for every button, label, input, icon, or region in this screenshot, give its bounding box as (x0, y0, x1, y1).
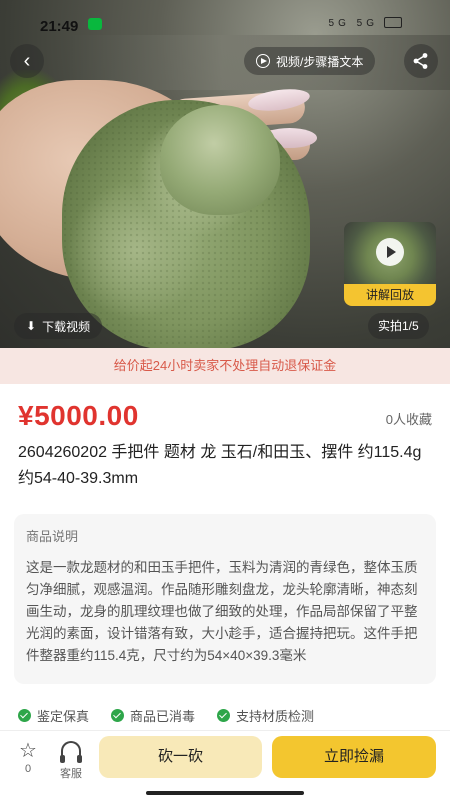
play-circle-icon (256, 54, 270, 68)
favorite-count: 0 (24, 763, 32, 775)
bottom-action-bar: ☆ 0 客服 砍一砍 立即捡漏 (0, 730, 450, 800)
battery-icon (384, 17, 402, 28)
replay-video-thumbnail[interactable]: 讲解回放 (344, 222, 436, 306)
star-icon: ☆ (19, 740, 37, 762)
bargain-button[interactable]: 砍一砍 (99, 736, 262, 778)
favorites-count: 0人收藏 (385, 412, 432, 427)
status-bar: 21:49 5G 5G (0, 0, 450, 40)
guarantee-row: 鉴定保真 商品已消毒 支持材质检测 (0, 700, 450, 730)
play-icon (376, 238, 404, 266)
download-label: 下载视频 (42, 319, 91, 334)
download-icon: ⬇ (26, 319, 37, 333)
jade-dragon-head (160, 105, 280, 215)
guarantee-label: 鉴定保真 (37, 708, 90, 724)
check-icon (111, 708, 125, 722)
buy-now-button[interactable]: 立即捡漏 (272, 736, 436, 778)
customer-service-label: 客服 (60, 768, 82, 780)
product-info: ¥5000.00 0人收藏 2604260202 手把件 题材 龙 玉石/和田玉… (0, 384, 450, 700)
wechat-icon (88, 18, 102, 30)
product-image-carousel[interactable]: 21:49 5G 5G ‹ 视频/步骤播文本 讲解回放 ⬇ 下载视频 实拍1/5 (0, 0, 450, 348)
customer-service-button[interactable]: 客服 (51, 739, 91, 781)
share-button[interactable] (404, 44, 438, 78)
replay-label: 讲解回放 (344, 284, 436, 306)
video-steps-label: 视频/步骤播文本 (276, 54, 364, 69)
guarantee-item: 鉴定保真 (18, 706, 89, 725)
favorite-button[interactable]: ☆ 0 (8, 739, 48, 775)
signal-icon: 5G 5G (328, 18, 378, 29)
headset-icon (60, 741, 82, 763)
image-page-indicator: 实拍1/5 (368, 313, 429, 339)
home-indicator (146, 791, 304, 795)
share-icon (413, 53, 428, 69)
video-steps-button[interactable]: 视频/步骤播文本 (244, 47, 376, 75)
check-icon (18, 708, 31, 722)
guarantee-item: 商品已消毒 (111, 706, 195, 725)
deposit-notice-banner: 给价起24小时卖家不处理自动退保证金 (0, 348, 450, 384)
product-price: ¥5000.00 (18, 400, 139, 431)
product-title: 2604260202 手把件 题材 龙 玉石/和田玉、摆件 约115.4g 约5… (18, 444, 422, 487)
download-video-button[interactable]: ⬇ 下载视频 (14, 313, 103, 339)
description-card: 商品说明 这是一款龙题材的和田玉手把件，玉料为清润的青绿色，整体玉质匀净细腻，观… (14, 514, 436, 684)
back-button[interactable]: ‹ (10, 44, 44, 78)
description-body: 这是一款龙题材的和田玉手把件，玉料为清润的青绿色，整体玉质匀净细腻，观感温润。作… (26, 560, 418, 663)
check-icon (217, 708, 231, 722)
guarantee-label: 商品已消毒 (130, 708, 196, 724)
chevron-left-icon: ‹ (23, 49, 31, 72)
guarantee-item: 支持材质检测 (217, 706, 314, 725)
status-time: 21:49 (40, 18, 79, 35)
description-heading: 商品说明 (26, 529, 79, 544)
guarantee-label: 支持材质检测 (236, 708, 315, 724)
